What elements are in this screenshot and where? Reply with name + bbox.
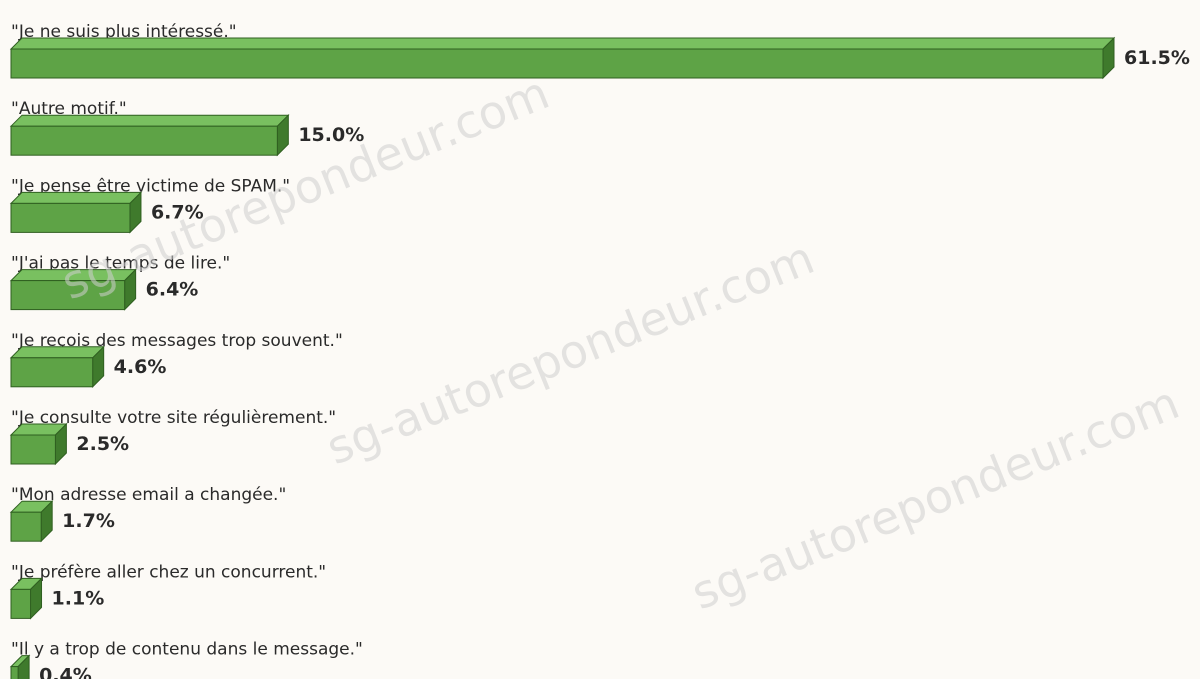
data-label: 0.4%: [39, 665, 92, 679]
bar-chart: "Je ne suis plus intéressé."61.5%"Autre …: [9, 22, 1190, 679]
bar: [10, 125, 278, 156]
bar-top-face: [9, 37, 1116, 50]
bar: [10, 202, 131, 233]
data-label: 61.5%: [1124, 47, 1190, 69]
bar-top-face: [9, 346, 105, 359]
bar: [10, 357, 94, 388]
data-label: 1.7%: [62, 510, 115, 532]
bar: [10, 666, 19, 679]
bar-top-face: [9, 114, 290, 127]
bar: [10, 48, 1104, 79]
data-label: 2.5%: [76, 433, 129, 455]
category-label: "Il y a trop de contenu dans le message.…: [11, 640, 363, 660]
watermark-text: sg-autorepondeur.com: [319, 230, 822, 475]
bar-top-face: [9, 191, 143, 204]
data-label: 4.6%: [114, 356, 167, 378]
bar: [10, 434, 56, 465]
bar: [10, 588, 32, 619]
data-label: 6.4%: [146, 279, 199, 301]
data-label: 1.1%: [52, 587, 105, 609]
category-label: "Je préfère aller chez un concurrent.": [11, 562, 326, 582]
watermark-text: sg-autorepondeur.com: [684, 375, 1187, 620]
bar: [10, 511, 42, 542]
